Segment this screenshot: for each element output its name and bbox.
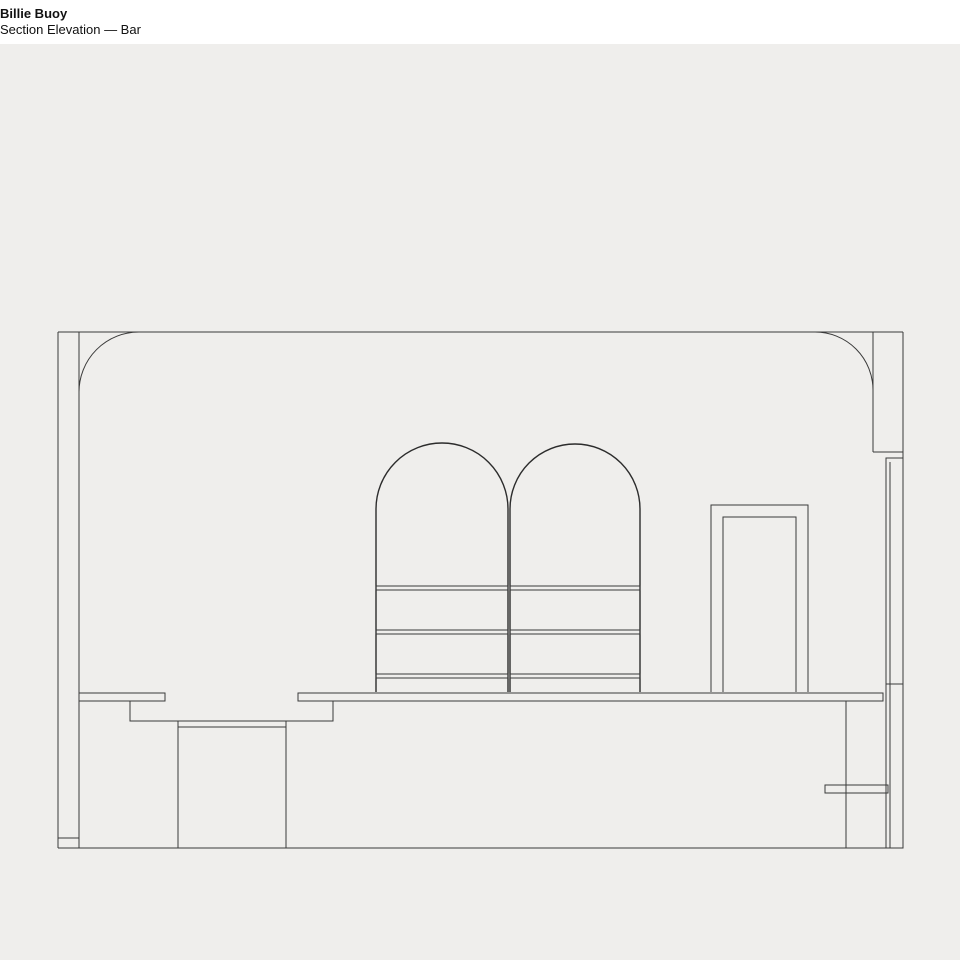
right-arch-shelf xyxy=(509,443,641,692)
shelf-left-1 xyxy=(375,585,509,591)
door xyxy=(710,504,809,692)
back-shelf xyxy=(78,692,166,702)
bar-countertop xyxy=(297,692,884,702)
foot-rail-shelf xyxy=(824,784,889,794)
right-window-frame xyxy=(885,457,904,849)
shelf-right-1 xyxy=(509,585,641,591)
left-arch-shelf xyxy=(375,442,509,692)
shelf-left-2 xyxy=(375,629,509,635)
service-counter xyxy=(78,692,334,848)
left-ceiling-cove xyxy=(78,331,140,393)
left-wall xyxy=(58,331,140,848)
shelf-right-2 xyxy=(509,629,641,635)
page: Billie Buoy Section Elevation — Bar xyxy=(0,0,960,960)
right-ceiling-cove xyxy=(814,331,874,391)
right-wall xyxy=(814,331,904,849)
shelf-left-3 xyxy=(375,673,509,679)
door-inner-frame xyxy=(722,516,797,692)
arched-shelving xyxy=(375,442,641,692)
lowered-counter xyxy=(129,700,334,722)
bar-counter xyxy=(297,692,889,848)
section-elevation-drawing xyxy=(57,331,904,849)
door-outer-frame xyxy=(710,504,809,692)
shelf-right-3 xyxy=(509,673,641,679)
